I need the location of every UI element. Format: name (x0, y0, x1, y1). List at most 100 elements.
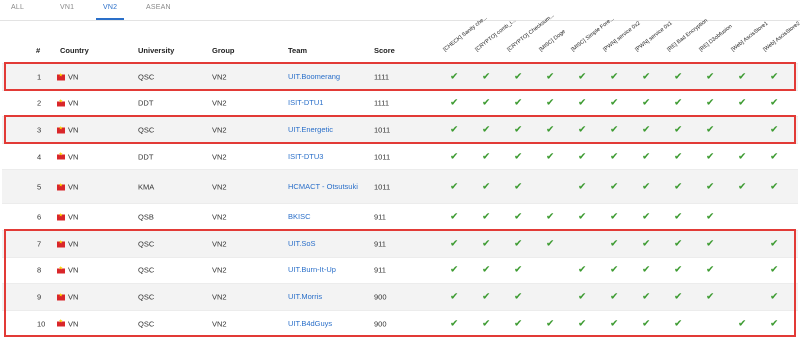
tab-all[interactable]: ALL (11, 4, 24, 11)
country-code: VN (68, 265, 79, 275)
team-link[interactable]: ISIT-DTU3 (288, 152, 358, 162)
check-icon: ✔ (674, 181, 683, 193)
group-cell: VN2 (212, 265, 227, 275)
check-icon: ✔ (450, 291, 459, 303)
check-icon: ✔ (738, 71, 747, 83)
rank-cell: 10 (37, 319, 46, 329)
university-cell: QSC (138, 319, 155, 329)
vietnam-flag-icon (57, 213, 65, 221)
team-link[interactable]: UIT.Morris (288, 292, 358, 302)
check-icon: ✔ (514, 318, 523, 330)
check-icon: ✔ (674, 151, 683, 163)
check-icon: ✔ (578, 318, 587, 330)
check-icon: ✔ (610, 124, 619, 136)
check-icon: ✔ (578, 71, 587, 83)
check-icon: ✔ (546, 238, 555, 250)
check-icon: ✔ (738, 97, 747, 109)
table-row: 8 VN QSC VN2 UIT.Burn-It-Up 911 ✔ ✔ ✔ ✔ ✔ ✔ ✔ ✔ ✔ (2, 256, 798, 284)
check-icon: ✔ (674, 97, 683, 109)
check-icon: ✔ (674, 124, 683, 136)
tab-vn1[interactable]: VN1 (60, 4, 74, 11)
col-team-header: Team (288, 46, 308, 55)
country-cell: VN (57, 266, 78, 275)
group-cell: VN2 (212, 239, 227, 249)
team-link[interactable]: BKISC (288, 212, 358, 222)
table-row: 9 VN QSC VN2 UIT.Morris 900 ✔ ✔ ✔ ✔ ✔ ✔ ✔ ✔ ✔ (2, 283, 798, 310)
check-icon: ✔ (610, 151, 619, 163)
table-row: 10 VN QSC VN2 UIT.B4dGuys 900 ✔ ✔ ✔ ✔ ✔ ✔ ✔ ✔ ✔ ✔ (2, 309, 798, 337)
check-icon: ✔ (738, 181, 747, 193)
country-cell: VN (57, 99, 78, 108)
check-icon: ✔ (514, 291, 523, 303)
team-link[interactable]: UIT.Boomerang (288, 72, 358, 82)
group-cell: VN2 (212, 125, 227, 135)
team-link[interactable]: UIT.Energetic (288, 125, 358, 135)
university-cell: QSC (138, 72, 155, 82)
tab-asean[interactable]: ASEAN (146, 4, 171, 11)
vietnam-flag-icon (57, 182, 65, 191)
check-icon: ✔ (610, 181, 619, 193)
check-icon: ✔ (706, 71, 715, 83)
table-row: 5 VN KMA VN2 HCMACT - Otsutsuki 1011 ✔ ✔ ✔ ✔ ✔ ✔ ✔ ✔ ✔… (2, 169, 798, 204)
check-icon: ✔ (482, 318, 491, 330)
check-icon: ✔ (642, 238, 651, 250)
country-code: VN (68, 319, 79, 329)
check-icon: ✔ (610, 318, 619, 330)
col-group-header: Group (212, 46, 235, 55)
tab-vn2[interactable]: VN2 (103, 4, 117, 11)
vietnam-flag-icon (57, 239, 65, 248)
university-cell: KMA (138, 182, 155, 192)
country-cell: VN (57, 182, 78, 191)
team-link[interactable]: HCMACT - Otsutsuki (288, 182, 358, 192)
check-icon: ✔ (546, 151, 555, 163)
score-cell: 1011 (374, 182, 391, 192)
score-cell: 900 (374, 292, 387, 302)
check-icon: ✔ (674, 211, 683, 223)
check-icon: ✔ (706, 124, 715, 136)
check-icon: ✔ (578, 181, 587, 193)
group-cell: VN2 (212, 98, 227, 108)
country-code: VN (68, 125, 79, 135)
check-icon: ✔ (642, 318, 651, 330)
country-cell: VN (57, 292, 78, 301)
check-icon: ✔ (450, 211, 459, 223)
check-icon: ✔ (450, 151, 459, 163)
check-icon: ✔ (706, 291, 715, 303)
check-icon: ✔ (482, 181, 491, 193)
country-code: VN (68, 239, 79, 249)
university-cell: DDT (138, 152, 154, 162)
rank-cell: 5 (37, 182, 42, 192)
check-icon: ✔ (706, 181, 715, 193)
table-row: 6 VN QSB VN2 BKISC 911 ✔ ✔ ✔ ✔ ✔ ✔ ✔ ✔ ✔ (2, 203, 798, 230)
check-icon: ✔ (546, 211, 555, 223)
check-icon: ✔ (546, 97, 555, 109)
col-rank-header: # (36, 46, 41, 55)
check-icon: ✔ (450, 97, 459, 109)
col-score-header: Score (374, 46, 395, 55)
vietnam-flag-icon (57, 99, 65, 107)
team-link[interactable]: UIT.Burn-It-Up (288, 265, 358, 275)
check-icon: ✔ (610, 211, 619, 223)
check-icon: ✔ (770, 97, 779, 109)
check-icon: ✔ (514, 97, 523, 109)
rank-cell: 2 (37, 98, 42, 108)
col-country-header: Country (60, 46, 89, 55)
table-row: 2 VN DDT VN2 ISIT-DTU1 1111 ✔ ✔ ✔ ✔ ✔ ✔ ✔ ✔ ✔ ✔ ✔ (2, 89, 798, 117)
team-link[interactable]: UIT.B4dGuys (288, 319, 358, 329)
score-cell: 1111 (374, 98, 390, 108)
country-cell: VN (57, 239, 78, 248)
rank-cell: 6 (37, 212, 42, 222)
check-icon: ✔ (450, 181, 459, 193)
check-icon: ✔ (770, 151, 779, 163)
check-icon: ✔ (706, 97, 715, 109)
check-icon: ✔ (546, 318, 555, 330)
rank-cell: 4 (37, 152, 42, 162)
rank-cell: 3 (37, 125, 42, 135)
check-icon: ✔ (642, 71, 651, 83)
check-icon: ✔ (706, 151, 715, 163)
team-link[interactable]: UIT.SoS (288, 239, 358, 249)
rank-cell: 8 (37, 265, 42, 275)
team-link[interactable]: ISIT-DTU1 (288, 98, 358, 108)
check-icon: ✔ (770, 318, 779, 330)
check-icon: ✔ (642, 291, 651, 303)
